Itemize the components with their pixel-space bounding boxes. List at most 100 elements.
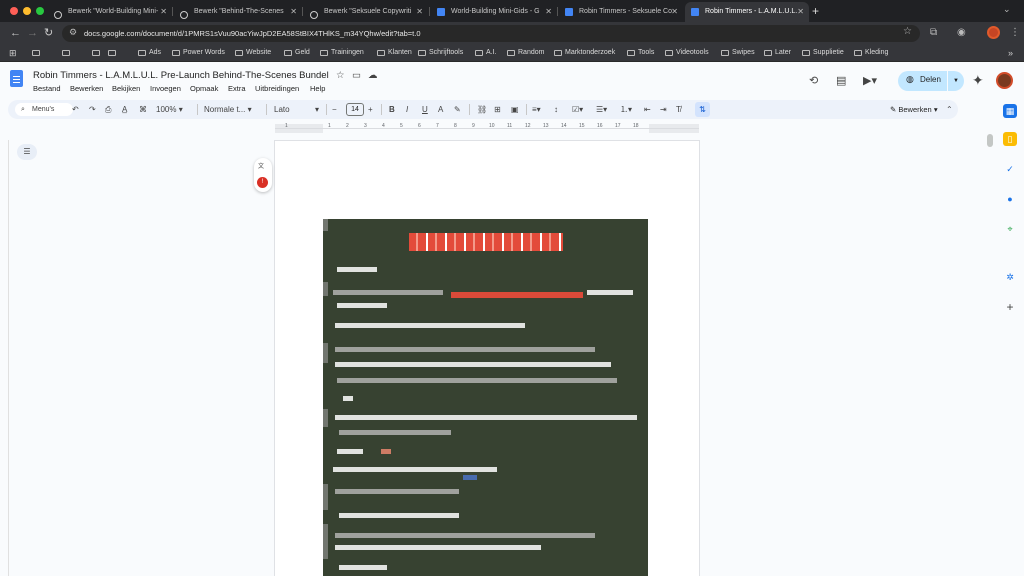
bookmark-supplietie[interactable]: Supplietie <box>802 44 844 62</box>
increase-font-size-icon[interactable]: + <box>368 100 373 119</box>
text-direction-icon[interactable]: ⇅ <box>695 102 710 117</box>
close-tab-icon[interactable]: ✕ <box>416 2 423 22</box>
menu-extra[interactable]: Extra <box>228 84 246 93</box>
menu-invoegen[interactable]: Invoegen <box>150 84 181 93</box>
star-icon[interactable]: ☆ <box>336 70 345 81</box>
bookmark-ai[interactable]: A.I. <box>475 44 497 62</box>
highlight-icon[interactable]: ✎ <box>454 100 461 119</box>
settings-icon[interactable]: ✲ <box>1003 270 1017 284</box>
horizontal-ruler[interactable]: 1 1 2 3 4 5 6 7 8 9 10 11 12 13 14 15 16… <box>275 123 699 133</box>
meet-video-icon[interactable]: ▶▾ <box>863 74 877 87</box>
bookmark-website[interactable]: Website <box>235 44 271 62</box>
font-dropdown-icon[interactable]: ▾ <box>315 100 319 119</box>
align-icon[interactable]: ≡▾ <box>532 100 541 119</box>
increase-indent-icon[interactable]: ⇥ <box>660 100 667 119</box>
document-outline-icon[interactable]: ☰ <box>17 144 37 160</box>
font-family-select[interactable]: Lato <box>274 100 290 119</box>
user-avatar[interactable] <box>996 72 1013 89</box>
decrease-font-size-icon[interactable]: − <box>332 100 337 119</box>
version-history-icon[interactable]: ⟲ <box>809 74 818 87</box>
bookmark-kleding[interactable]: Kleding <box>854 44 888 62</box>
pixelated-image[interactable] <box>323 219 648 576</box>
browser-tab[interactable]: World-Building Mini-Gids - G ✕ <box>431 2 557 22</box>
bookmark-tools[interactable]: Tools <box>627 44 654 62</box>
bookmark-random[interactable]: Random <box>507 44 544 62</box>
comments-icon[interactable]: ▤ <box>836 74 846 87</box>
bookmark-power-words[interactable]: Power Words <box>172 44 225 62</box>
collapse-menus-icon[interactable]: ⌃ <box>946 100 953 119</box>
bulleted-list-icon[interactable]: ☰▾ <box>596 100 607 119</box>
clear-formatting-icon[interactable]: T̸ <box>676 100 681 119</box>
close-tab-icon[interactable]: ✕ <box>290 2 297 22</box>
bookmark-star-icon[interactable]: ☆ <box>903 26 912 37</box>
grammar-suggestion-icon[interactable]: ! <box>257 177 268 188</box>
new-tab-button[interactable]: + <box>812 2 819 20</box>
apps-grid-icon[interactable]: ⊞ <box>9 48 17 59</box>
document-title[interactable]: Robin Timmers - L.A.M.L.U.L. Pre-Launch … <box>33 70 329 81</box>
print-icon[interactable]: ⎙ <box>105 100 111 119</box>
browser-tab[interactable]: Robin Timmers - Seksuele Co ✕ <box>559 2 683 22</box>
menu-bewerken[interactable]: Bewerken <box>70 84 103 93</box>
underline-icon[interactable]: U <box>422 100 428 119</box>
more-bookmarks-icon[interactable]: » <box>1008 44 1013 62</box>
add-addon-icon[interactable]: + <box>1003 300 1017 314</box>
bookmark-swipes[interactable]: Swipes <box>721 44 755 62</box>
address-bar[interactable]: ⚙ docs.google.com/document/d/1PMRS1sVuu9… <box>62 25 920 42</box>
menu-bestand[interactable]: Bestand <box>33 84 61 93</box>
docs-home-icon[interactable] <box>10 70 23 87</box>
close-tab-icon[interactable]: ✕ <box>160 2 167 22</box>
bookmark-trainingen[interactable]: Trainingen <box>320 44 364 62</box>
site-settings-icon[interactable]: ⚙ <box>69 27 77 38</box>
tab-search-icon[interactable]: ⌄ <box>1003 4 1011 15</box>
vertical-scrollbar[interactable] <box>987 134 993 147</box>
back-arrow-icon[interactable]: ← <box>10 26 21 40</box>
share-button[interactable]: ◍ Delen ▼ <box>898 71 964 91</box>
font-size-input[interactable]: 14 <box>346 103 364 116</box>
move-folder-icon[interactable]: ▭ <box>352 70 361 81</box>
vertical-ruler[interactable] <box>0 140 9 576</box>
maximize-window-button[interactable] <box>36 7 44 15</box>
text-color-icon[interactable]: A <box>438 100 443 119</box>
minimize-window-button[interactable] <box>23 7 31 15</box>
close-window-button[interactable] <box>10 7 18 15</box>
menu-help[interactable]: Help <box>310 84 325 93</box>
editing-mode-select[interactable]: ✎ Bewerken ▾ <box>890 100 938 119</box>
bookmark-geld[interactable]: Geld <box>284 44 310 62</box>
bookmark-ads[interactable]: Ads <box>138 44 161 62</box>
close-tab-icon[interactable]: ✕ <box>797 2 804 22</box>
incognito-icon[interactable]: ◉ <box>957 27 966 39</box>
zoom-select[interactable]: 100% ▾ <box>156 100 183 119</box>
close-tab-icon[interactable]: ✕ <box>545 2 552 22</box>
insert-link-icon[interactable]: ⛓ <box>477 100 487 119</box>
numbered-list-icon[interactable]: ⒈▾ <box>620 100 632 119</box>
contacts-icon[interactable]: ● <box>1003 192 1017 206</box>
browser-tab[interactable]: Bewerk "World-Building Mini- ✕ <box>48 2 172 22</box>
forward-arrow-icon[interactable]: → <box>27 26 38 40</box>
paint-format-icon[interactable]: ⌘ <box>139 100 147 119</box>
bold-icon[interactable]: B <box>389 100 395 119</box>
menu-bekijken[interactable]: Bekijken <box>112 84 140 93</box>
menu-opmaak[interactable]: Opmaak <box>190 84 218 93</box>
decrease-indent-icon[interactable]: ⇤ <box>644 100 651 119</box>
browser-tab[interactable]: Bewerk "Behind-The-Scenes ✕ <box>174 2 302 22</box>
bookmark-later[interactable]: Later <box>764 44 791 62</box>
bookmark-klanten[interactable]: Klanten <box>377 44 412 62</box>
insert-image-icon[interactable]: ▣ <box>511 100 519 119</box>
redo-icon[interactable]: ↷ <box>89 100 96 119</box>
extensions-icon[interactable]: ⧉ <box>930 27 937 39</box>
bookmark-schrijftools[interactable]: Schrijftools <box>418 44 463 62</box>
maps-icon[interactable]: ⌖ <box>1003 222 1017 236</box>
browser-tab-active[interactable]: Robin Timmers - L.A.M.L.U.L. ✕ <box>685 2 809 22</box>
calendar-icon[interactable]: ▦ <box>1003 104 1017 118</box>
bookmark-videotools[interactable]: Videotools <box>665 44 709 62</box>
line-spacing-icon[interactable]: ↕ <box>554 100 558 119</box>
search-menus-input[interactable]: ⌕ Menu's <box>15 103 73 116</box>
close-tab-icon[interactable]: ✕ <box>671 2 678 22</box>
browser-tab[interactable]: Bewerk "Seksuele Copywriti ✕ <box>304 2 428 22</box>
menu-uitbreidingen[interactable]: Uitbreidingen <box>255 84 299 93</box>
browser-menu-icon[interactable]: ⋮ <box>1010 27 1020 39</box>
add-comment-icon[interactable]: ⊞ <box>494 100 501 119</box>
undo-icon[interactable]: ↶ <box>72 100 79 119</box>
reload-icon[interactable]: ↻ <box>44 26 53 40</box>
translate-icon[interactable]: 文 <box>258 161 264 170</box>
